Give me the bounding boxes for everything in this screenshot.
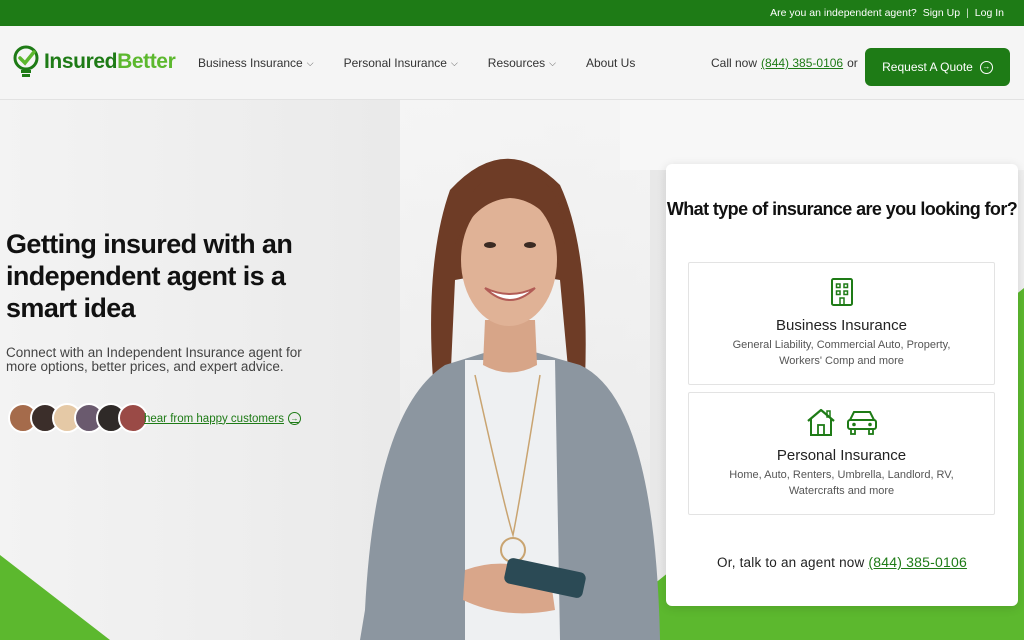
nav-business-insurance[interactable]: Business Insurance ⌵ [198,56,314,70]
hero-headline: Getting insured with an independent agen… [6,229,293,323]
logo[interactable]: InsuredBetter [12,44,176,80]
topbar-separator: | [966,7,969,19]
chevron-down-icon: ⌵ [450,57,458,68]
hero-photo [360,158,660,640]
nav-resources[interactable]: Resources ⌵ [488,56,556,70]
request-quote-button[interactable]: Request A Quote → [865,48,1010,86]
personal-insurance-option[interactable]: Personal Insurance Home, Auto, Renters, … [688,392,995,515]
signup-link[interactable]: Sign Up [923,7,960,19]
card-footer: Or, talk to an agent now (844) 385-0106 [717,554,967,570]
nav-personal-insurance[interactable]: Personal Insurance ⌵ [344,56,458,70]
hero-subtext: Connect with an Independent Insurance ag… [6,345,302,374]
header-phone-link[interactable]: (844) 385-0106 [761,56,843,70]
nav-about-us[interactable]: About Us [586,56,635,70]
card-title: What type of insurance are you looking f… [666,199,1018,219]
house-icon [806,408,835,436]
option-description: Home, Auto, Renters, Umbrella, Landlord,… [729,469,954,497]
background-ceiling [620,100,1024,170]
insurance-type-card: What type of insurance are you looking f… [666,164,1018,606]
arrow-right-circle-icon: → [979,60,993,74]
option-title: Personal Insurance [776,447,907,464]
option-description: General Liability, Commercial Auto, Prop… [732,339,951,367]
building-icon [830,278,853,306]
chevron-down-icon: ⌵ [549,57,556,68]
card-phone-link[interactable]: (844) 385-0106 [868,554,967,570]
arrow-right-circle-icon: → [287,412,301,425]
call-now: Call now (844) 385-0106 or [711,56,858,70]
logo-text: InsuredBetter [44,50,176,73]
car-icon [846,411,877,435]
agent-question: Are you an independent agent? [770,7,917,19]
green-accent-left [0,555,110,640]
top-bar: Are you an independent agent? Sign Up | … [0,0,1024,26]
happy-customers-link[interactable]: hear from happy customers → [144,412,301,425]
main-nav: Business Insurance ⌵ Personal Insurance … [198,26,635,100]
login-link[interactable]: Log In [975,7,1004,19]
lightbulb-check-icon [13,45,39,77]
hero-section: Getting insured with an independent agen… [0,100,1024,640]
customer-avatars [8,403,148,433]
chevron-down-icon: ⌵ [306,57,314,68]
option-title: Business Insurance [776,317,907,334]
business-insurance-option[interactable]: Business Insurance General Liability, Co… [688,262,995,385]
site-header: InsuredBetter Business Insurance ⌵ Perso… [0,26,1024,100]
